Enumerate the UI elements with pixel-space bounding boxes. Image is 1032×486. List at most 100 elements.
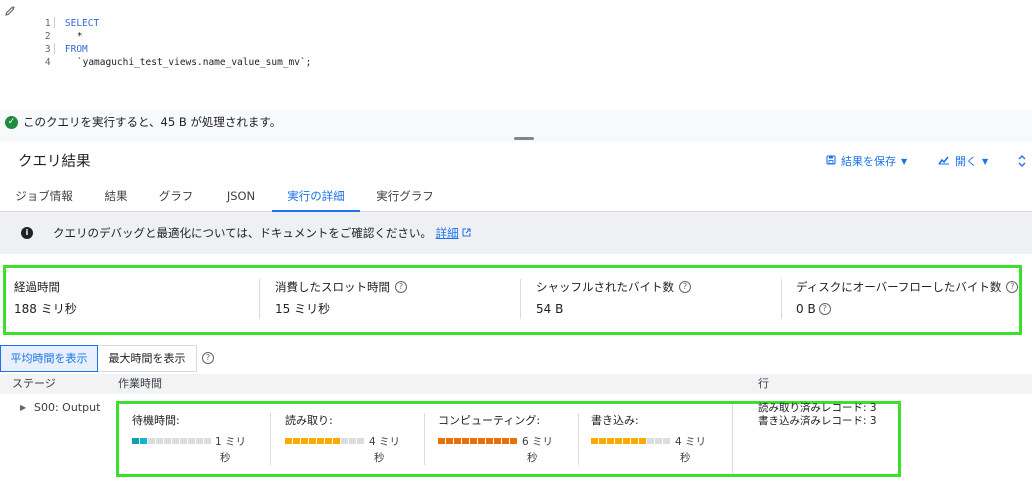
timing-bar-segment (470, 438, 477, 444)
timing-bar-segment (591, 438, 598, 444)
stat-label: 消費したスロット時間 (275, 280, 390, 294)
timing-bar-segment (494, 438, 501, 444)
timing-bar-segment (333, 438, 340, 444)
timing-bar-segment (317, 438, 324, 444)
save-results-button[interactable]: 結果を保存 ▼ (826, 154, 907, 170)
timing-bar-segment (454, 438, 461, 444)
stat-label: 経過時間 (14, 280, 60, 294)
chevron-right-icon[interactable]: ▶ (20, 403, 26, 413)
rows-summary: 読み取り済みレコード: 3 書き込み済みレコード: 3 (758, 402, 877, 428)
timing-bar-segment (293, 438, 300, 444)
timing-bar-segment (325, 438, 332, 444)
results-title: クエリ結果 (18, 154, 91, 170)
timing-bar-segment (357, 438, 364, 444)
stat-value: 0 B (796, 302, 816, 316)
save-icon (826, 154, 836, 170)
rows-read: 読み取り済みレコード: 3 (758, 402, 877, 414)
timing-bar-segment (663, 438, 670, 444)
timing-bar-segment (486, 438, 493, 444)
show-average-time-button[interactable]: 平均時間を表示 (0, 345, 98, 372)
timing-value-compute: 6 ミリ秒 (521, 436, 553, 464)
tab-execution-graph[interactable]: 実行グラフ (370, 182, 440, 212)
timing-value-write: 4 ミリ秒 (674, 436, 706, 464)
timing-bar-segment (349, 438, 356, 444)
stat-value: 188 ミリ秒 (14, 302, 77, 316)
header-stage: ステージ (12, 377, 56, 390)
timing-bar-segment (647, 438, 654, 444)
help-icon[interactable]: ? (202, 352, 214, 364)
help-icon[interactable]: ? (679, 281, 691, 293)
code-line: 1 SELECT (22, 4, 99, 29)
timing-bar-segment (188, 438, 195, 444)
timing-bar-segment (607, 438, 614, 444)
resize-handle[interactable] (514, 137, 534, 140)
stage-name[interactable]: S00: Output (34, 401, 100, 415)
timing-label-wait: 待機時間: (132, 414, 180, 427)
timing-bar-segment (599, 438, 606, 444)
tab-json[interactable]: JSON (218, 182, 264, 212)
timing-value-read: 4 ミリ秒 (368, 436, 400, 464)
timing-bar-segment (446, 438, 453, 444)
table-reference: `yamaguchi_test_views.name_value_sum_mv` (76, 57, 306, 68)
timing-bar-segment (438, 438, 445, 444)
timing-bar-segment (462, 438, 469, 444)
timing-bar-segment (510, 438, 517, 444)
info-message: クエリのデバッグと最適化については、ドキュメントをご確認ください。 詳細 (53, 225, 471, 241)
info-icon: i (21, 227, 33, 239)
timing-label-read: 読み取り: (285, 414, 333, 427)
timing-bar-segment (285, 438, 292, 444)
stat-spilled-bytes: ディスクにオーバーフローしたバイト数? 0 B? (796, 279, 1020, 323)
line-number: 4 (44, 57, 51, 68)
open-in-new-icon[interactable] (462, 226, 471, 240)
caret-down-icon: ▼ (901, 157, 908, 166)
details-link[interactable]: 詳細 (436, 226, 459, 240)
tab-execution-details[interactable]: 実行の詳細 (272, 182, 360, 212)
unfold-icon[interactable] (1015, 154, 1029, 170)
timing-bar-segment (615, 438, 622, 444)
stat-value: 15 ミリ秒 (275, 302, 331, 316)
timing-label-write: 書き込み: (591, 414, 639, 427)
timing-bar-segment (341, 438, 348, 444)
header-rows: 行 (758, 377, 769, 390)
tab-results[interactable]: 結果 (96, 182, 136, 212)
edit-icon[interactable] (4, 5, 18, 19)
stat-slot-time: 消費したスロット時間? 15 ミリ秒 (275, 279, 515, 323)
timing-bar-segment (502, 438, 509, 444)
header-work-time: 作業時間 (118, 377, 162, 390)
timing-value-wait: 1 ミリ秒 (214, 436, 246, 464)
semicolon: ; (305, 57, 312, 68)
timing-bar-segment (172, 438, 179, 444)
timing-bar-compute (438, 438, 517, 444)
timing-bar-write (591, 438, 670, 444)
sql-editor[interactable]: 1 SELECT 2 * 3 FROM 4 `yamaguchi_test_views.… (0, 0, 1032, 110)
timing-bar-segment (132, 438, 139, 444)
stat-label: シャッフルされたバイト数 (536, 280, 674, 294)
rows-written: 書き込み済みレコード: 3 (758, 415, 877, 427)
code-line: 2 * (22, 17, 83, 42)
help-icon[interactable]: ? (1006, 281, 1019, 293)
show-max-time-button[interactable]: 最大時間を表示 (98, 345, 197, 372)
timing-bar-segment (631, 438, 638, 444)
code-line: 3 FROM (22, 30, 88, 55)
chart-icon (938, 154, 950, 170)
code-line: 4 `yamaguchi_test_views.name_value_sum_mv… (22, 43, 312, 68)
info-message-text: クエリのデバッグと最適化については、ドキュメントをご確認ください。 (53, 226, 432, 240)
tab-chart[interactable]: グラフ (151, 182, 201, 212)
help-icon[interactable]: ? (818, 303, 831, 315)
check-circle-icon: ✓ (5, 116, 18, 129)
validation-message: このクエリを実行すると、45 B が処理されます。 (23, 115, 282, 129)
timing-bar-segment (164, 438, 171, 444)
stat-elapsed-time: 経過時間 188 ミリ秒 (14, 279, 254, 323)
stat-shuffled-bytes: シャッフルされたバイト数? 54 B (536, 279, 776, 323)
open-button[interactable]: 開く ▼ (938, 154, 988, 170)
help-icon[interactable]: ? (395, 281, 407, 293)
timing-bar-segment (301, 438, 308, 444)
timing-bar-segment (655, 438, 662, 444)
open-label: 開く (955, 155, 977, 168)
stat-value: 54 B (536, 302, 564, 316)
tab-job-info[interactable]: ジョブ情報 (14, 182, 74, 212)
timing-bar-segment (140, 438, 147, 444)
timing-bar-segment (639, 438, 646, 444)
caret-down-icon: ▼ (982, 157, 989, 166)
timing-bar-read (285, 438, 364, 444)
